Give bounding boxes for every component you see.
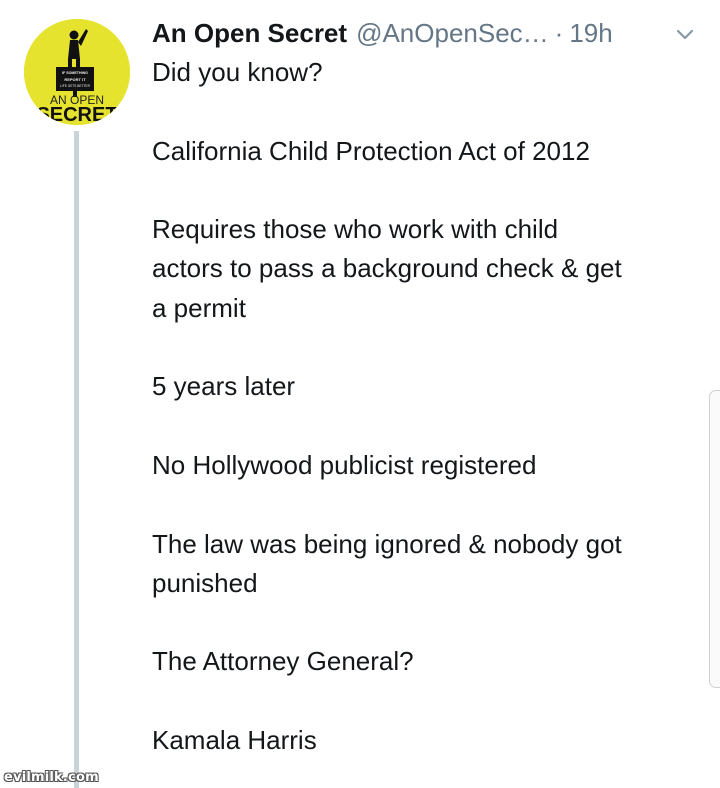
author-name[interactable]: An Open Secret [152,18,347,49]
tweet-line: 5 years later [152,371,296,402]
tweet-line: Did you know? [152,57,323,87]
tweet-line: The law was being ignored & nobody got [152,528,622,559]
avatar-sign-line-2: REPORT IT [64,77,86,82]
author-handle[interactable]: @AnOpenSec… [356,18,549,49]
tweet-line: California Child Protection Act of 2012 [152,135,590,166]
tweet-time[interactable]: 19h [569,18,612,49]
avatar-logo: IF SOMETHING REPORT IT LIFE GETS BETTER … [24,19,130,125]
tweet-line: The Attorney General? [152,646,414,677]
tweet-line: actors to pass a background check & get [152,253,622,284]
avatar-sign-line-3: LIFE GETS BETTER [60,84,90,88]
tweet-line: Requires those who work with child [152,214,559,245]
scroll-edge[interactable] [709,390,720,688]
avatar-sign-line-1: IF SOMETHING [62,71,88,75]
tweet-line: No Hollywood publicist registered [152,449,537,480]
thread-line [74,131,79,788]
chevron-down-icon[interactable] [672,21,698,47]
separator-dot: · [554,17,564,48]
avatar[interactable]: IF SOMETHING REPORT IT LIFE GETS BETTER … [24,19,130,125]
tweet-text: Did you know? California Child Protectio… [152,53,707,760]
tweet-line: punished [152,567,258,598]
tweet-header: An Open Secret @AnOpenSec… · 19h [152,14,702,52]
watermark: evilmilk.com [4,770,99,785]
tweet-line: Kamala Harris [152,725,317,756]
avatar-text-line-2: SECRET [36,104,117,125]
tweet-line: a permit [152,292,246,323]
